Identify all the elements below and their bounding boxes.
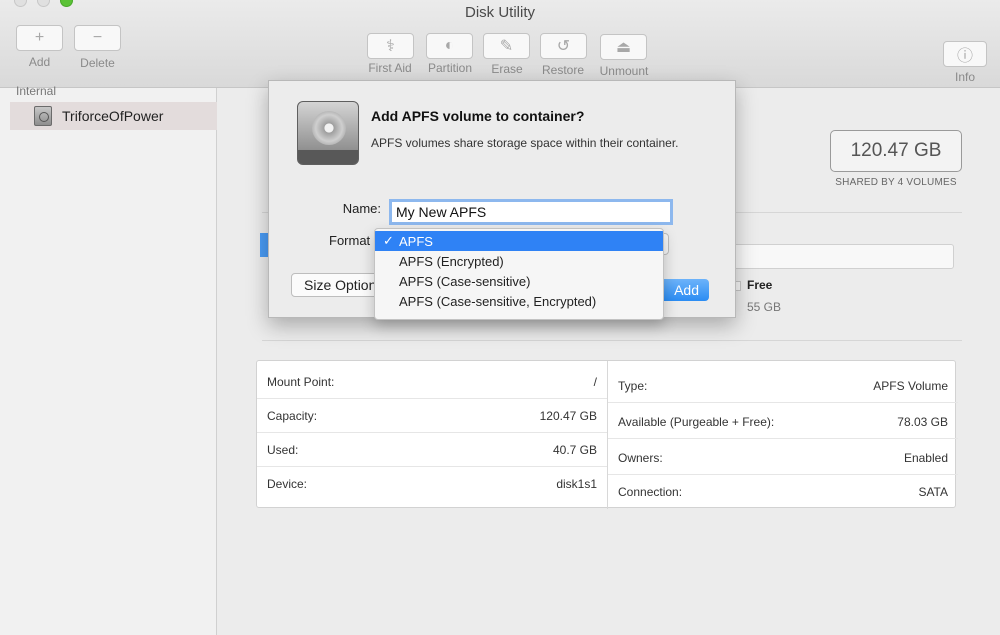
menu-item-label: APFS (Case-sensitive) [399, 273, 531, 289]
info-label: Used: [267, 442, 299, 457]
add-button[interactable]: + [16, 25, 63, 51]
info-label: Mount Point: [267, 374, 335, 389]
delete-button[interactable]: − [74, 25, 121, 51]
sidebar [0, 88, 217, 635]
restore-icon: ↺ [556, 38, 571, 55]
info-column-left: Mount Point: / Capacity: 120.47 GB Used:… [257, 361, 607, 509]
sidebar-item-triforceofpower[interactable]: TriforceOfPower [10, 102, 217, 130]
info-column-right: Type: APFS Volume Available (Purgeable +… [607, 361, 958, 509]
partition-button[interactable]: ◐ [426, 33, 473, 59]
window-title: Disk Utility [465, 4, 535, 21]
stethoscope-icon: ⚕ [386, 38, 395, 55]
partition-label: Partition [427, 61, 473, 75]
info-label: Device: [267, 477, 308, 491]
name-label: Name: [342, 201, 381, 216]
info-label: Available (Purgeable + Free): [618, 414, 775, 429]
hard-drive-icon [34, 106, 52, 126]
info-value: disk1s1 [556, 477, 597, 491]
info-label: Connection: [618, 485, 683, 499]
size-options-button[interactable]: Size Options... [291, 273, 381, 297]
unmount-button[interactable]: ⏏ [600, 34, 647, 60]
restore-button[interactable]: ↺ [540, 33, 587, 59]
hard-drive-icon [297, 101, 359, 165]
info-label: Info [954, 70, 975, 84]
add-label: Add [28, 55, 51, 69]
eject-icon: ⏏ [615, 39, 632, 56]
info-icon: ⓘ [956, 48, 973, 65]
info-row-owners: Owners: Enabled [608, 441, 958, 475]
info-value: 120.47 GB [539, 408, 597, 423]
format-label: Format [329, 233, 371, 248]
info-button[interactable]: ⓘ [943, 41, 987, 67]
delete-label: Delete [80, 56, 115, 70]
first-aid-label: First Aid [368, 61, 412, 75]
minus-icon: − [92, 29, 103, 46]
sidebar-item-label: TriforceOfPower [62, 108, 164, 124]
divider [262, 340, 962, 341]
info-value: SATA [918, 485, 948, 499]
info-table: Mount Point: / Capacity: 120.47 GB Used:… [256, 360, 958, 509]
info-value: / [593, 374, 597, 389]
eraser-icon: ✎ [499, 38, 514, 55]
info-value: 40.7 GB [552, 442, 597, 457]
pie-chart-icon: ◐ [444, 37, 455, 54]
menu-item-label: APFS (Case-sensitive, Encrypted) [399, 293, 597, 309]
free-label: Free [747, 278, 773, 292]
format-option-apfs-case-sensitive-encrypted[interactable]: APFS (Case-sensitive, Encrypted) [375, 291, 663, 311]
info-label: Type: [618, 378, 648, 393]
dialog-title: Add APFS volume to container? [371, 108, 585, 124]
info-row-device: Device: disk1s1 [257, 467, 607, 501]
dialog-subtitle: APFS volumes share storage space within … [371, 136, 679, 150]
unmount-label: Unmount [599, 64, 649, 78]
info-row-mount-point: Mount Point: / [257, 365, 607, 399]
info-row-type: Type: APFS Volume [608, 369, 958, 403]
info-label: Capacity: [267, 408, 318, 423]
menu-item-label: APFS (Encrypted) [399, 253, 504, 269]
shared-volumes-label: SHARED BY 4 VOLUMES [835, 177, 957, 188]
plus-icon: + [34, 29, 45, 46]
first-aid-button[interactable]: ⚕ [367, 33, 414, 59]
info-value: Enabled [903, 450, 948, 465]
name-input[interactable]: My New APFS [389, 199, 673, 225]
restore-label: Restore [541, 63, 585, 77]
format-option-apfs-case-sensitive[interactable]: APFS (Case-sensitive) [375, 271, 663, 291]
info-value: APFS Volume [873, 378, 948, 393]
info-row-used: Used: 40.7 GB [257, 433, 607, 467]
sidebar-section-internal: Internal [16, 84, 57, 98]
checkmark-icon: ✓ [383, 233, 394, 248]
free-value: 55 GB [747, 300, 782, 314]
usage-bar [700, 244, 954, 269]
menu-item-label: APFS [399, 233, 433, 249]
format-option-apfs[interactable]: ✓ APFS [375, 231, 663, 251]
format-option-apfs-encrypted[interactable]: APFS (Encrypted) [375, 251, 663, 271]
erase-label: Erase [491, 62, 523, 76]
info-value: 78.03 GB [897, 414, 948, 429]
format-menu: ✓ APFS APFS (Encrypted) APFS (Case-sensi… [374, 228, 664, 320]
disk-utility-window: Disk Utility + Add − Delete ⚕ First Aid … [0, 0, 1000, 635]
info-row-capacity: Capacity: 120.47 GB [257, 399, 607, 433]
info-label: Owners: [618, 450, 663, 465]
capacity-box: 120.47 GB [830, 130, 962, 172]
erase-button[interactable]: ✎ [483, 33, 530, 59]
info-row-connection: Connection: SATA [608, 475, 958, 509]
toolbar: Disk Utility + Add − Delete ⚕ First Aid … [0, 0, 1000, 88]
info-row-available: Available (Purgeable + Free): 78.03 GB [608, 405, 958, 439]
